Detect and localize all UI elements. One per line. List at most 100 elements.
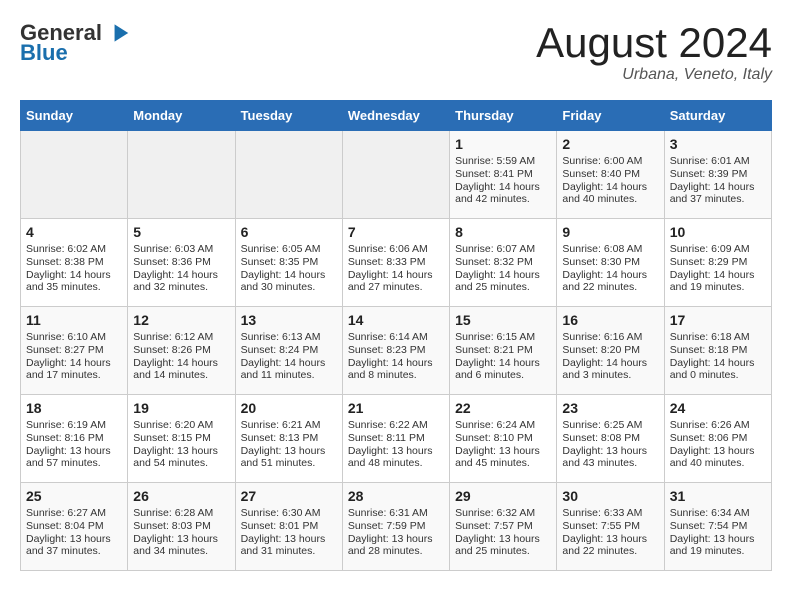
daylight-text: Daylight: 14 hours and 14 minutes. [133, 357, 229, 381]
month-year-title: August 2024 [536, 20, 772, 66]
sunset-text: Sunset: 8:16 PM [26, 432, 122, 444]
day-number: 26 [133, 488, 229, 504]
calendar-cell: 28 Sunrise: 6:31 AM Sunset: 7:59 PM Dayl… [342, 483, 449, 571]
sunset-text: Sunset: 8:01 PM [241, 520, 337, 532]
day-number: 23 [562, 400, 658, 416]
calendar-cell: 30 Sunrise: 6:33 AM Sunset: 7:55 PM Dayl… [557, 483, 664, 571]
calendar-cell: 18 Sunrise: 6:19 AM Sunset: 8:16 PM Dayl… [21, 395, 128, 483]
sunrise-text: Sunrise: 6:31 AM [348, 507, 444, 519]
day-number: 10 [670, 224, 766, 240]
sunrise-text: Sunrise: 6:14 AM [348, 331, 444, 343]
day-number: 28 [348, 488, 444, 504]
day-number: 22 [455, 400, 551, 416]
daylight-text: Daylight: 13 hours and 48 minutes. [348, 445, 444, 469]
calendar-cell: 23 Sunrise: 6:25 AM Sunset: 8:08 PM Dayl… [557, 395, 664, 483]
day-header-tuesday: Tuesday [235, 101, 342, 131]
sunset-text: Sunset: 8:03 PM [133, 520, 229, 532]
day-number: 3 [670, 136, 766, 152]
calendar-week-2: 4 Sunrise: 6:02 AM Sunset: 8:38 PM Dayli… [21, 219, 772, 307]
calendar-cell: 24 Sunrise: 6:26 AM Sunset: 8:06 PM Dayl… [664, 395, 771, 483]
sunrise-text: Sunrise: 6:22 AM [348, 419, 444, 431]
sunset-text: Sunset: 8:30 PM [562, 256, 658, 268]
day-number: 11 [26, 312, 122, 328]
daylight-text: Daylight: 13 hours and 40 minutes. [670, 445, 766, 469]
daylight-text: Daylight: 14 hours and 22 minutes. [562, 269, 658, 293]
sunrise-text: Sunrise: 6:16 AM [562, 331, 658, 343]
sunset-text: Sunset: 8:33 PM [348, 256, 444, 268]
sunrise-text: Sunrise: 6:32 AM [455, 507, 551, 519]
sunrise-text: Sunrise: 6:03 AM [133, 243, 229, 255]
day-header-saturday: Saturday [664, 101, 771, 131]
calendar-cell: 3 Sunrise: 6:01 AM Sunset: 8:39 PM Dayli… [664, 131, 771, 219]
page-header: General Blue August 2024 Urbana, Veneto,… [20, 20, 772, 84]
calendar-cell: 29 Sunrise: 6:32 AM Sunset: 7:57 PM Dayl… [450, 483, 557, 571]
sunset-text: Sunset: 8:40 PM [562, 168, 658, 180]
daylight-text: Daylight: 13 hours and 37 minutes. [26, 533, 122, 557]
day-number: 2 [562, 136, 658, 152]
day-number: 19 [133, 400, 229, 416]
daylight-text: Daylight: 14 hours and 8 minutes. [348, 357, 444, 381]
sunrise-text: Sunrise: 6:13 AM [241, 331, 337, 343]
day-number: 30 [562, 488, 658, 504]
day-number: 31 [670, 488, 766, 504]
day-number: 4 [26, 224, 122, 240]
day-header-thursday: Thursday [450, 101, 557, 131]
logo-blue-text: Blue [20, 40, 68, 66]
calendar-cell: 9 Sunrise: 6:08 AM Sunset: 8:30 PM Dayli… [557, 219, 664, 307]
sunrise-text: Sunrise: 6:05 AM [241, 243, 337, 255]
calendar-cell: 26 Sunrise: 6:28 AM Sunset: 8:03 PM Dayl… [128, 483, 235, 571]
sunrise-text: Sunrise: 6:12 AM [133, 331, 229, 343]
calendar-cell: 6 Sunrise: 6:05 AM Sunset: 8:35 PM Dayli… [235, 219, 342, 307]
sunset-text: Sunset: 8:32 PM [455, 256, 551, 268]
sunset-text: Sunset: 7:54 PM [670, 520, 766, 532]
daylight-text: Daylight: 14 hours and 35 minutes. [26, 269, 122, 293]
sunrise-text: Sunrise: 6:07 AM [455, 243, 551, 255]
day-number: 7 [348, 224, 444, 240]
calendar-cell: 1 Sunrise: 5:59 AM Sunset: 8:41 PM Dayli… [450, 131, 557, 219]
sunrise-text: Sunrise: 6:18 AM [670, 331, 766, 343]
day-number: 12 [133, 312, 229, 328]
day-number: 9 [562, 224, 658, 240]
daylight-text: Daylight: 13 hours and 45 minutes. [455, 445, 551, 469]
daylight-text: Daylight: 13 hours and 51 minutes. [241, 445, 337, 469]
sunrise-text: Sunrise: 6:06 AM [348, 243, 444, 255]
sunrise-text: Sunrise: 6:24 AM [455, 419, 551, 431]
day-number: 24 [670, 400, 766, 416]
calendar-cell [21, 131, 128, 219]
calendar-cell: 22 Sunrise: 6:24 AM Sunset: 8:10 PM Dayl… [450, 395, 557, 483]
day-number: 15 [455, 312, 551, 328]
calendar-cell [128, 131, 235, 219]
daylight-text: Daylight: 14 hours and 40 minutes. [562, 181, 658, 205]
calendar-week-3: 11 Sunrise: 6:10 AM Sunset: 8:27 PM Dayl… [21, 307, 772, 395]
daylight-text: Daylight: 13 hours and 43 minutes. [562, 445, 658, 469]
calendar-cell: 27 Sunrise: 6:30 AM Sunset: 8:01 PM Dayl… [235, 483, 342, 571]
daylight-text: Daylight: 14 hours and 25 minutes. [455, 269, 551, 293]
daylight-text: Daylight: 13 hours and 28 minutes. [348, 533, 444, 557]
sunset-text: Sunset: 8:23 PM [348, 344, 444, 356]
sunrise-text: Sunrise: 6:28 AM [133, 507, 229, 519]
day-header-monday: Monday [128, 101, 235, 131]
sunset-text: Sunset: 8:38 PM [26, 256, 122, 268]
sunrise-text: Sunrise: 5:59 AM [455, 155, 551, 167]
calendar-cell: 8 Sunrise: 6:07 AM Sunset: 8:32 PM Dayli… [450, 219, 557, 307]
day-number: 1 [455, 136, 551, 152]
daylight-text: Daylight: 14 hours and 11 minutes. [241, 357, 337, 381]
sunrise-text: Sunrise: 6:33 AM [562, 507, 658, 519]
sunrise-text: Sunrise: 6:20 AM [133, 419, 229, 431]
sunrise-text: Sunrise: 6:10 AM [26, 331, 122, 343]
calendar-table: SundayMondayTuesdayWednesdayThursdayFrid… [20, 100, 772, 571]
calendar-cell: 25 Sunrise: 6:27 AM Sunset: 8:04 PM Dayl… [21, 483, 128, 571]
sunrise-text: Sunrise: 6:27 AM [26, 507, 122, 519]
daylight-text: Daylight: 14 hours and 27 minutes. [348, 269, 444, 293]
sunrise-text: Sunrise: 6:34 AM [670, 507, 766, 519]
calendar-cell [235, 131, 342, 219]
sunset-text: Sunset: 8:18 PM [670, 344, 766, 356]
sunset-text: Sunset: 8:41 PM [455, 168, 551, 180]
sunrise-text: Sunrise: 6:01 AM [670, 155, 766, 167]
calendar-cell: 10 Sunrise: 6:09 AM Sunset: 8:29 PM Dayl… [664, 219, 771, 307]
daylight-text: Daylight: 14 hours and 32 minutes. [133, 269, 229, 293]
sunrise-text: Sunrise: 6:25 AM [562, 419, 658, 431]
calendar-week-5: 25 Sunrise: 6:27 AM Sunset: 8:04 PM Dayl… [21, 483, 772, 571]
sunset-text: Sunset: 8:26 PM [133, 344, 229, 356]
sunset-text: Sunset: 7:57 PM [455, 520, 551, 532]
